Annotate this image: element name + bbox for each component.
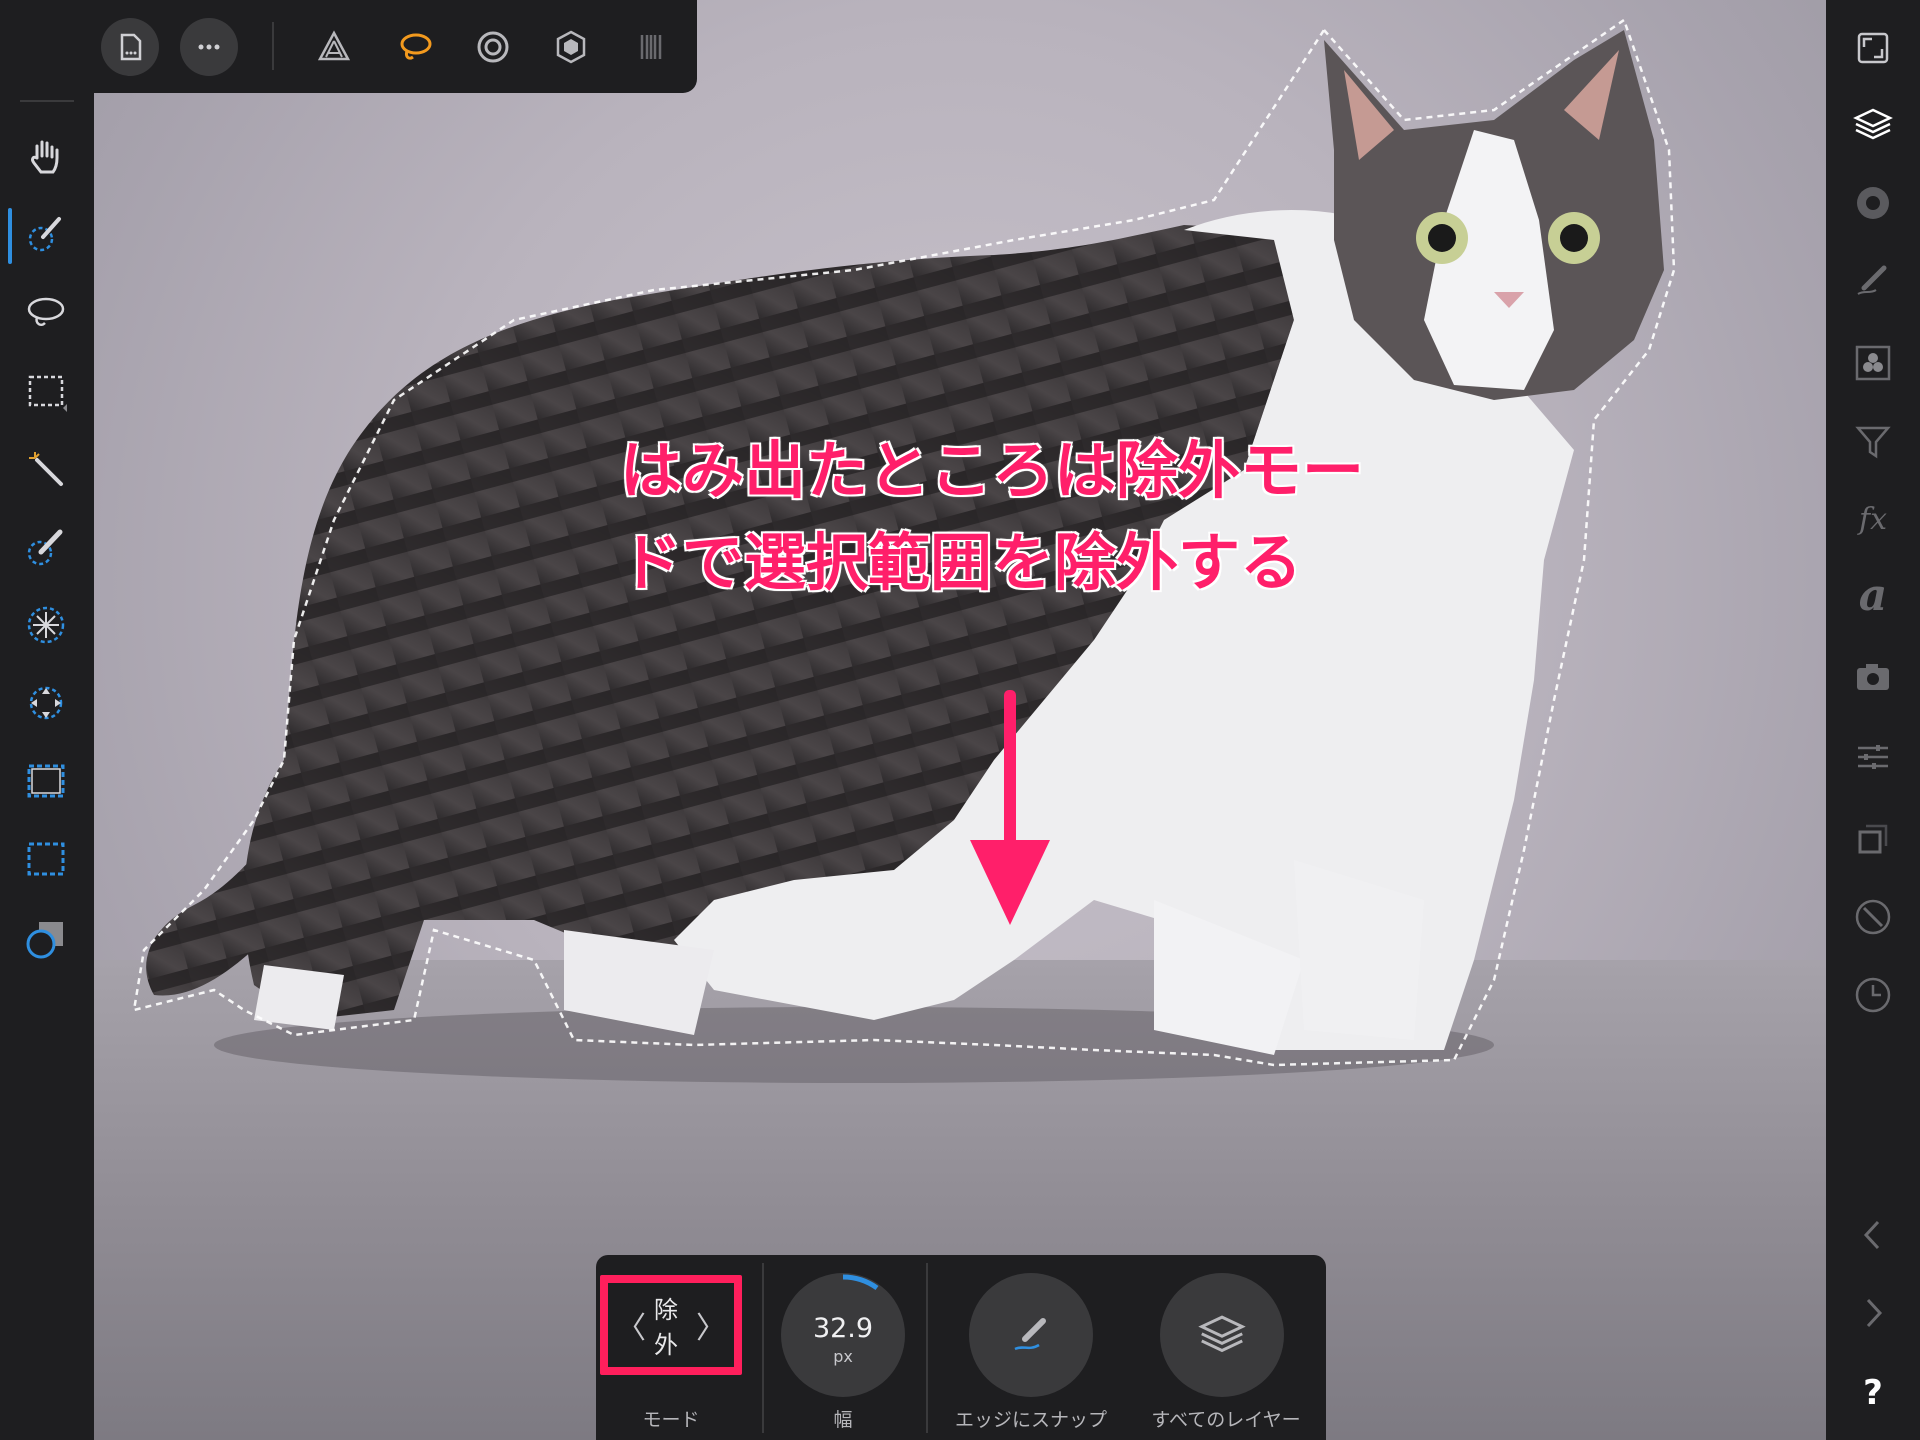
radial-tool[interactable] <box>17 596 75 654</box>
annotation-line-1: はみ出たところは除外モー <box>620 434 1365 507</box>
navigator-button[interactable] <box>1850 894 1896 940</box>
transform-icon <box>29 686 63 720</box>
selection-brush-icon <box>28 217 61 252</box>
fullscreen-button[interactable] <box>1850 25 1896 71</box>
rect-marquee-icon <box>27 764 65 798</box>
all-layers-label: すべてのレイヤー <box>1151 1409 1301 1431</box>
help-icon: ? <box>1863 1373 1883 1413</box>
develop-persona-icon <box>477 31 509 63</box>
document-button[interactable] <box>101 18 159 76</box>
tools-panel <box>0 0 94 1440</box>
color-select-icon <box>26 922 63 959</box>
annotation-arrow-icon <box>970 690 1050 925</box>
brushes-icon <box>1857 265 1887 295</box>
freehand-selection-tool[interactable] <box>17 283 75 341</box>
mode-value: 除外 <box>654 1296 678 1359</box>
snap-to-edges-label: エッジにスナップ <box>954 1409 1107 1431</box>
width-unit: px <box>833 1347 853 1366</box>
all-layers-button[interactable] <box>1160 1273 1284 1397</box>
brushes-button[interactable] <box>1850 258 1896 304</box>
tone-mapping-persona-icon <box>556 30 586 64</box>
color-icon <box>1857 187 1889 219</box>
channels-icon <box>1855 345 1891 381</box>
annotation-line-2: ドで選択範囲を除外する <box>620 526 1303 599</box>
marquee-selection-icon <box>28 375 67 412</box>
flood-select-icon <box>29 452 63 486</box>
annotation-text: はみ出たところは除外モー ドで選択範囲を除外する <box>620 425 1380 609</box>
character-icon: a <box>1858 569 1888 621</box>
all-layers-icon <box>1198 1315 1246 1353</box>
more-icon <box>198 44 220 50</box>
transform-tool[interactable] <box>17 674 75 732</box>
marquee-selection-tool[interactable] <box>17 362 75 420</box>
liquify-persona-button[interactable] <box>386 18 444 76</box>
help-button[interactable]: ? <box>1850 1370 1896 1416</box>
document-icon <box>120 33 142 61</box>
prev-button[interactable] <box>1850 1212 1896 1258</box>
radial-icon <box>27 606 65 644</box>
next-icon <box>1866 1298 1883 1328</box>
width-value: 32.9 <box>812 1313 874 1344</box>
snap-brush-icon <box>1014 1318 1046 1351</box>
export-persona-button[interactable] <box>622 18 680 76</box>
history-button[interactable] <box>1850 972 1896 1018</box>
adjustments-button[interactable] <box>1850 734 1896 780</box>
refine-brush-tool[interactable] <box>17 518 75 576</box>
fullscreen-icon <box>1857 32 1889 64</box>
adjustments-icon <box>1858 745 1888 769</box>
context-toolbar: 〈 除外 〉 モード 32.9 px 幅 エッジにスナップ すべてのレイヤー <box>596 1255 1326 1440</box>
top-toolbar <box>0 0 697 93</box>
liquify-persona-icon <box>400 33 432 60</box>
mode-selector[interactable]: 〈 除外 〉 <box>600 1275 742 1375</box>
rect-marquee-tool[interactable] <box>17 752 75 810</box>
snap-to-edges-button[interactable] <box>969 1273 1093 1397</box>
transform-panel-button[interactable] <box>1850 816 1896 862</box>
tools-separator <box>20 100 74 102</box>
channels-button[interactable] <box>1850 340 1896 386</box>
width-label: 幅 <box>833 1409 853 1431</box>
context-separator <box>926 1263 928 1433</box>
refine-brush-icon <box>27 529 63 566</box>
more-button[interactable] <box>180 18 238 76</box>
fx-icon: fx <box>1858 501 1888 537</box>
flood-select-tool[interactable] <box>17 440 75 498</box>
active-tool-marker <box>8 208 12 264</box>
hand-tool[interactable] <box>17 128 75 186</box>
navigator-icon <box>1855 899 1891 935</box>
transform-panel-icon <box>1858 824 1888 854</box>
layers-button[interactable] <box>1850 102 1896 148</box>
mode-prev-chevron-icon[interactable]: 〈 <box>616 1303 646 1347</box>
history-icon <box>1855 977 1891 1013</box>
photo-persona-button[interactable] <box>305 18 363 76</box>
mode-label: モード <box>642 1409 700 1431</box>
fx-button[interactable]: fx <box>1850 496 1896 542</box>
next-button[interactable] <box>1850 1290 1896 1336</box>
photo-persona-icon <box>317 30 351 61</box>
selection-brush-tool[interactable] <box>17 205 75 263</box>
layers-icon <box>1853 108 1893 140</box>
rect-marquee-blue-tool[interactable] <box>17 830 75 888</box>
context-separator <box>762 1263 764 1433</box>
rect-marquee-blue-icon <box>27 842 65 876</box>
freehand-selection-icon <box>27 297 65 326</box>
color-select-tool[interactable] <box>17 910 75 968</box>
camera-icon <box>1857 664 1889 690</box>
character-button[interactable]: a <box>1850 569 1896 621</box>
camera-button[interactable] <box>1850 654 1896 700</box>
color-button[interactable] <box>1850 180 1896 226</box>
width-dial[interactable]: 32.9 px <box>781 1273 905 1397</box>
filter-button[interactable] <box>1850 418 1896 464</box>
prev-icon <box>1863 1220 1880 1250</box>
toolbar-separator <box>272 22 274 70</box>
mode-next-chevron-icon[interactable]: 〉 <box>696 1303 726 1347</box>
develop-persona-button[interactable] <box>464 18 522 76</box>
export-persona-icon <box>640 35 662 59</box>
tone-mapping-persona-button[interactable] <box>542 18 600 76</box>
filter-icon <box>1855 426 1891 459</box>
studio-panel: fx a ? <box>1826 0 1920 1440</box>
hand-icon <box>31 140 59 174</box>
